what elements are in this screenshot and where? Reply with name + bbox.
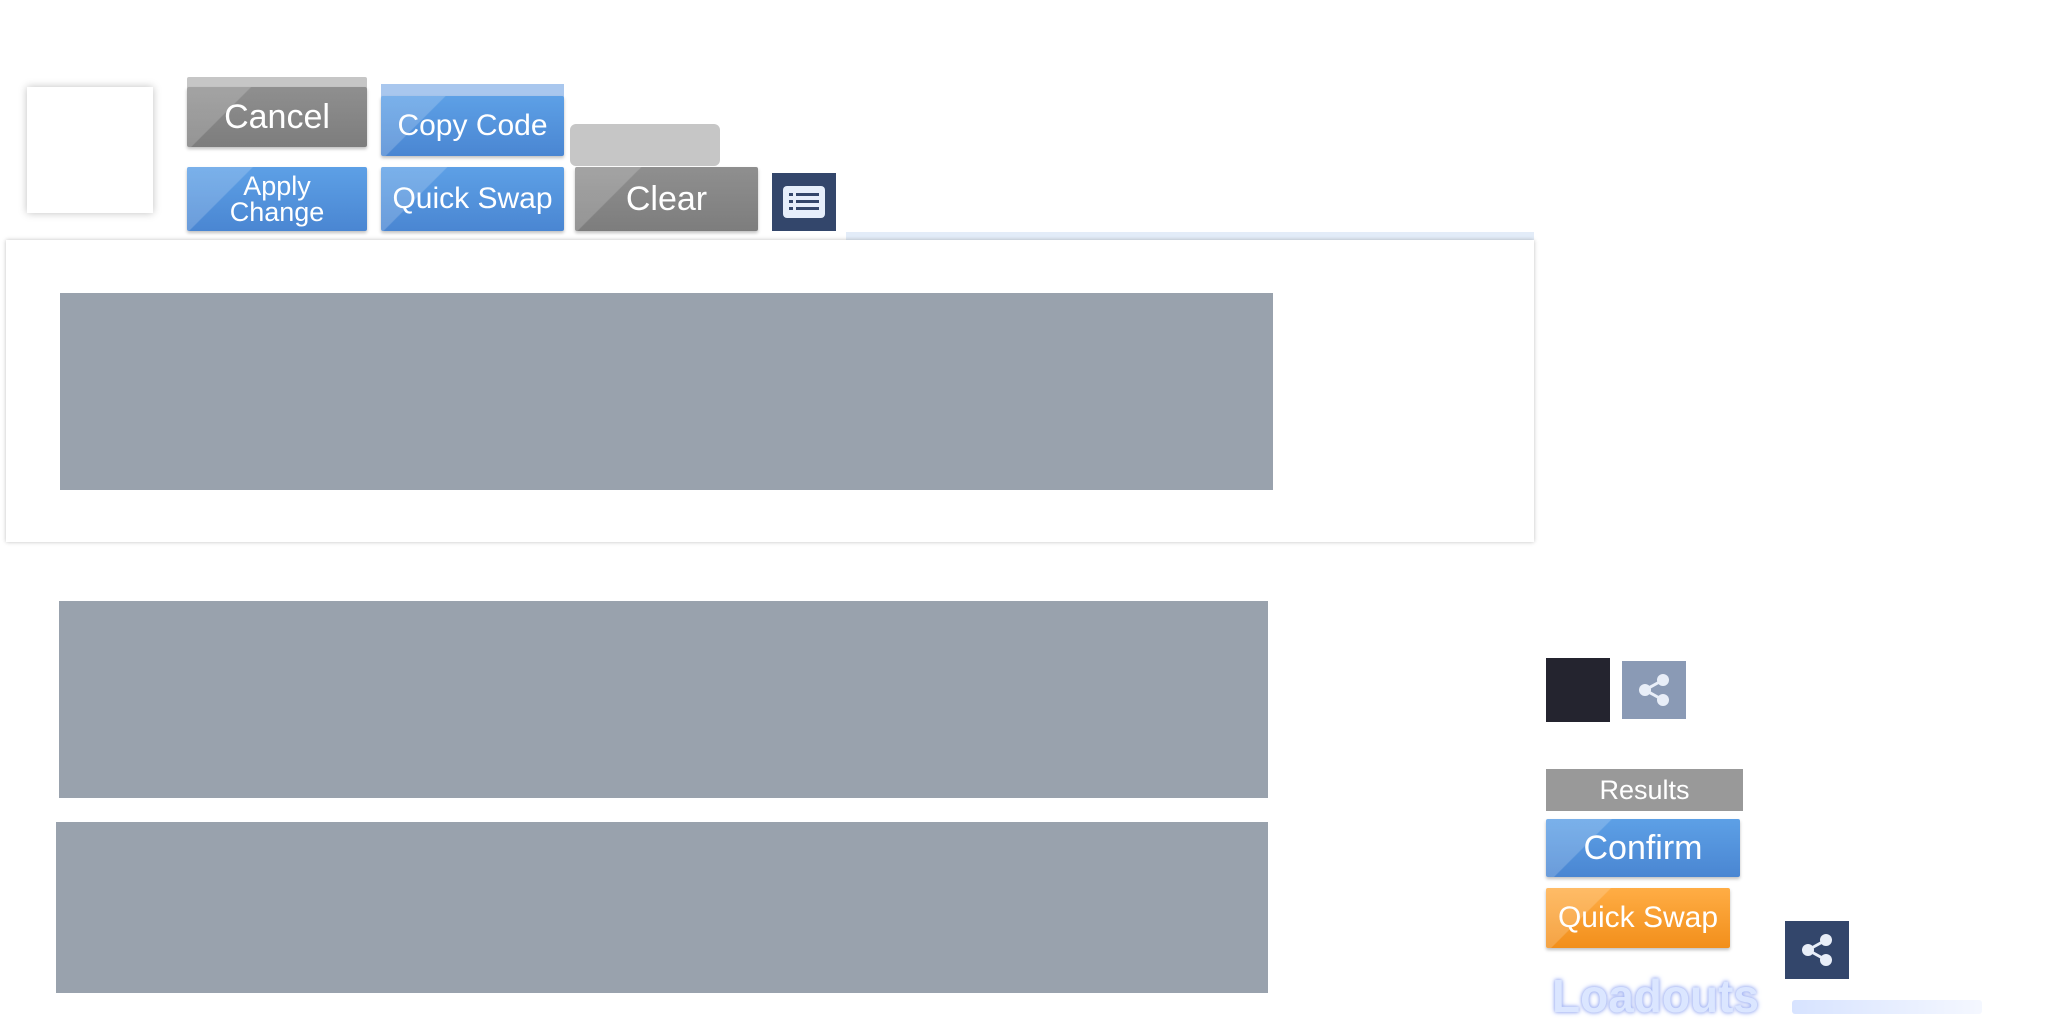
slot-3[interactable] [56, 822, 1268, 993]
apply-change-button[interactable]: Apply Change [187, 167, 367, 231]
panel-tab-edge [846, 232, 1534, 240]
clear-button[interactable]: Clear [575, 167, 758, 231]
slot-2[interactable] [59, 601, 1268, 798]
share-icon [1639, 674, 1669, 706]
share-icon [1802, 934, 1832, 966]
confirm-button[interactable]: Confirm [1546, 819, 1740, 877]
results-label: Results [1546, 769, 1743, 811]
dark-swatch[interactable] [1546, 658, 1610, 722]
top-panel [6, 240, 1534, 542]
loadouts-title: Loadouts [1552, 970, 1759, 1022]
quick-swap-orange-button[interactable]: Quick Swap [1546, 888, 1730, 948]
bottom-panel [0, 565, 1531, 1019]
empty-tab[interactable] [570, 124, 720, 166]
slot-1[interactable] [60, 293, 1273, 490]
cancel-button[interactable]: Cancel [187, 87, 367, 147]
quick-swap-button[interactable]: Quick Swap [381, 167, 564, 231]
copy-code-button[interactable]: Copy Code [381, 96, 564, 156]
list-button[interactable] [772, 173, 836, 231]
loadouts-subtitle-bar [1792, 1000, 1982, 1014]
list-icon [783, 186, 825, 218]
share-button-2[interactable] [1785, 921, 1849, 979]
share-button[interactable] [1622, 661, 1686, 719]
avatar[interactable] [27, 87, 153, 213]
